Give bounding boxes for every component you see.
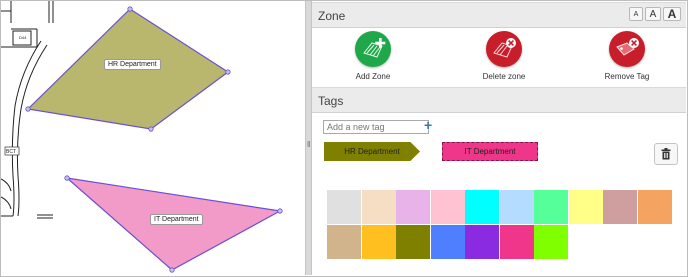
add-zone-button[interactable]: Add Zone [328,31,418,81]
zone-vertex-handle [127,6,133,12]
panel-splitter[interactable]: ‖ [305,1,312,275]
junction-label: BCT [6,149,16,155]
add-zone-label: Add Zone [355,72,391,81]
color-swatch[interactable] [465,224,499,259]
color-swatch[interactable] [603,190,637,224]
font-size-controls: A A A [629,7,681,21]
zone-vertex-handle [225,69,231,75]
color-swatch[interactable] [499,224,534,259]
remove-tag-button[interactable]: Remove Tag [582,31,672,81]
font-size-large-button[interactable]: A [663,7,681,21]
it-zone-label[interactable]: IT Department [150,214,203,225]
delete-zone-label: Delete zone [482,72,526,81]
color-swatch[interactable] [361,190,396,224]
delete-tag-button[interactable] [654,143,678,165]
tags-section-title: Tags [318,94,344,108]
zone-vertex-handle [169,267,175,273]
color-swatch[interactable] [430,224,465,259]
font-size-small-button[interactable]: A [629,7,643,21]
color-swatch[interactable] [534,190,568,224]
font-size-medium-button[interactable]: A [645,7,661,21]
hr-zone-label[interactable]: HR Department [104,59,161,70]
zone-vertex-handle [277,208,283,214]
splitter-grip-icon[interactable]: ‖ [307,141,310,149]
color-swatch[interactable] [327,224,361,259]
side-panel: Zone A A A Add Zone Delete zone Remove T… [312,1,686,275]
floor-plan-drawing: BCT D44 [1,1,283,273]
new-tag-input[interactable] [323,120,429,134]
add-tag-plus-icon[interactable]: + [424,117,432,133]
delete-zone-icon [486,31,522,67]
zone-vertex-handle [25,106,31,112]
color-swatch[interactable] [568,190,603,224]
remove-tag-label: Remove Tag [604,72,650,81]
tag-chip-it-department[interactable]: IT Department [442,142,538,161]
tag-chip-hr-department[interactable]: HR Department [324,142,420,161]
color-swatch[interactable] [637,190,672,224]
zone-section-header: Zone A A A [312,2,686,28]
color-swatch[interactable] [361,224,396,259]
remove-tag-icon [609,31,645,67]
trash-icon [661,148,671,160]
add-zone-icon [355,31,391,67]
delete-zone-button[interactable]: Delete zone [459,31,549,81]
room-code-label: D44 [19,35,27,40]
tags-section-header: Tags [312,87,686,113]
color-swatch[interactable] [396,224,430,259]
color-swatch[interactable] [396,190,430,224]
color-swatch[interactable] [499,190,534,224]
color-swatch[interactable] [465,190,499,224]
color-swatch[interactable] [534,224,568,259]
color-swatch[interactable] [430,190,465,224]
zone-vertex-handle [148,126,154,132]
zone-vertex-handle [64,175,70,181]
floor-plan-canvas[interactable]: BCT D44 HR Department IT Department [1,1,305,275]
color-swatch[interactable] [327,190,361,224]
zone-section-title: Zone [318,9,346,23]
